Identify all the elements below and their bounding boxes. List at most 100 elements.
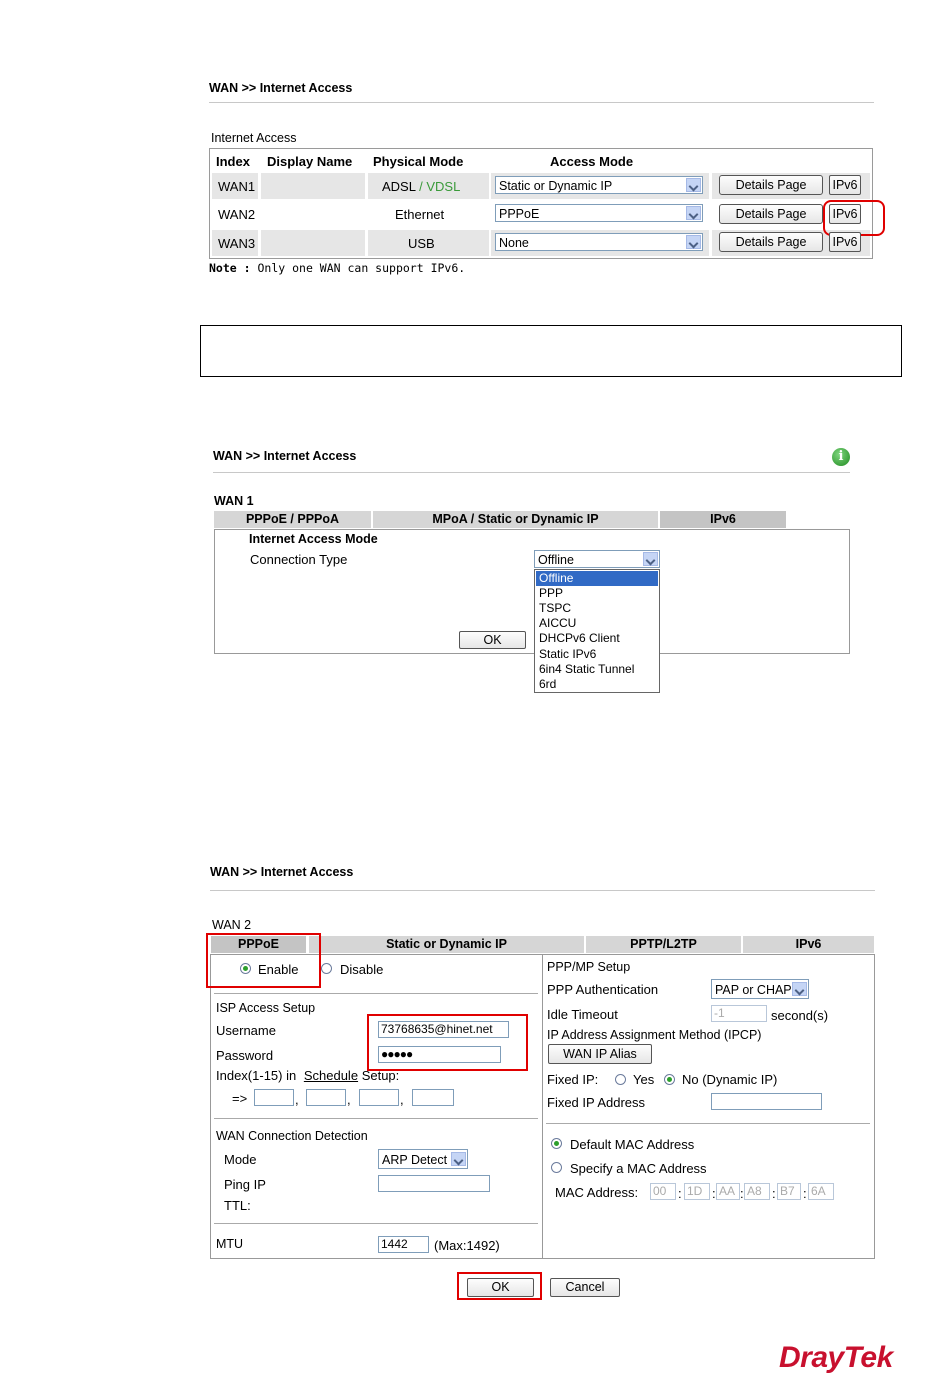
mac-part-2[interactable]: 1D: [684, 1183, 710, 1200]
default-mac-label: Default MAC Address: [570, 1137, 695, 1152]
ping-ip-input[interactable]: [378, 1175, 490, 1192]
ipv6-panel: [214, 529, 850, 654]
mac-sep: :: [803, 1186, 807, 1201]
note-label: Note :: [209, 261, 251, 275]
fixed-ip-no-label: No (Dynamic IP): [682, 1072, 778, 1087]
arrow-label: =>: [232, 1091, 248, 1106]
fixed-ip-yes-radio[interactable]: [615, 1074, 626, 1085]
detection-mode-value: ARP Detect: [382, 1153, 448, 1167]
breadcrumb-3: WAN >> Internet Access: [210, 865, 354, 879]
ttl-label: TTL:: [224, 1198, 251, 1213]
chevron-down-icon: [686, 178, 701, 192]
mac-part-5[interactable]: B7: [777, 1183, 801, 1200]
wan-title: WAN 2: [212, 918, 252, 932]
info-icon[interactable]: i: [832, 448, 850, 466]
dropdown-option[interactable]: TSPC: [539, 601, 571, 616]
default-mac-radio[interactable]: [551, 1138, 562, 1149]
row-physical-mode: ADSL / VDSL: [382, 179, 460, 194]
mac-part-3[interactable]: AA: [716, 1183, 740, 1200]
wan-ip-alias-button[interactable]: WAN IP Alias: [548, 1044, 652, 1064]
specify-mac-radio[interactable]: [551, 1162, 562, 1173]
dropdown-option[interactable]: Offline: [536, 571, 658, 586]
disable-radio[interactable]: [321, 963, 332, 974]
draytek-logo: DrayTek: [779, 1341, 893, 1375]
idle-timeout-unit: second(s): [771, 1008, 829, 1023]
connection-type-dropdown: Offline PPP TSPC AICCU DHCPv6 Client Sta…: [534, 569, 660, 693]
highlight-pppoe-enable: [206, 933, 321, 988]
access-mode-select-wan1[interactable]: Static or Dynamic IP: [495, 176, 703, 194]
dropdown-option[interactable]: AICCU: [539, 616, 576, 631]
disable-label: Disable: [340, 962, 384, 977]
specify-mac-label: Specify a MAC Address: [570, 1161, 707, 1176]
fixed-ip-address-label: Fixed IP Address: [547, 1095, 646, 1110]
breadcrumb-1: WAN >> Internet Access: [209, 81, 353, 95]
tab-ipv6[interactable]: IPv6: [743, 936, 874, 953]
details-page-button-wan1[interactable]: Details Page: [719, 175, 823, 195]
mac-part-6[interactable]: 6A: [808, 1183, 834, 1200]
table-title: Internet Access: [211, 131, 297, 145]
dropdown-option[interactable]: DHCPv6 Client: [539, 631, 620, 646]
divider: [214, 993, 538, 994]
dropdown-option[interactable]: Static IPv6: [539, 647, 596, 662]
row-index: WAN1: [218, 179, 256, 194]
highlight-credentials: [367, 1014, 528, 1071]
tab-static-dynamic[interactable]: Static or Dynamic IP: [309, 936, 584, 953]
mac-part-4[interactable]: A8: [744, 1183, 770, 1200]
column-divider: [542, 955, 543, 1258]
mode-heading: Internet Access Mode: [249, 532, 378, 546]
schedule-link[interactable]: Schedule: [304, 1068, 358, 1083]
schedule-index-3[interactable]: [359, 1089, 399, 1106]
mtu-max: (Max:1492): [434, 1238, 500, 1253]
chevron-down-icon: [792, 982, 807, 996]
isp-heading: ISP Access Setup: [216, 1001, 316, 1015]
schedule-index-2[interactable]: [306, 1089, 346, 1106]
mac-part-1[interactable]: 00: [650, 1183, 676, 1200]
connection-type-label: Connection Type: [250, 552, 348, 567]
tab-ipv6[interactable]: IPv6: [660, 511, 786, 528]
details-page-button-wan3[interactable]: Details Page: [719, 232, 823, 252]
access-mode-select-wan2[interactable]: PPPoE: [495, 204, 703, 222]
ok-button-wan1[interactable]: OK: [459, 631, 526, 649]
tab-pptp-l2tp[interactable]: PPTP/L2TP: [586, 936, 741, 953]
breadcrumb-2: WAN >> Internet Access: [213, 449, 357, 463]
cancel-button[interactable]: Cancel: [550, 1278, 620, 1297]
fixed-ip-no-radio[interactable]: [664, 1074, 675, 1085]
details-page-button-wan2[interactable]: Details Page: [719, 204, 823, 224]
tab-pppoe-pppoa[interactable]: PPPoE / PPPoA: [214, 511, 371, 528]
highlight-ok-button: [457, 1272, 542, 1300]
access-mode-value: Static or Dynamic IP: [499, 179, 613, 193]
row-bg: [261, 230, 365, 256]
mode-label: Mode: [224, 1152, 257, 1167]
schedule-index-1[interactable]: [254, 1089, 294, 1106]
chevron-down-icon: [451, 1152, 466, 1166]
password-label: Password: [216, 1048, 274, 1063]
row-index: WAN3: [218, 236, 256, 251]
ppp-heading: PPP/MP Setup: [547, 960, 631, 974]
divider: [214, 1118, 538, 1119]
physical-vdsl: VDSL: [426, 179, 461, 194]
schedule-index-4[interactable]: [412, 1089, 454, 1106]
mac-sep: :: [772, 1186, 776, 1201]
col-header-physical-mode: Physical Mode: [373, 154, 464, 169]
connection-type-value: Offline: [538, 553, 574, 567]
dropdown-option[interactable]: 6in4 Static Tunnel: [539, 662, 634, 677]
comma: ,: [347, 1092, 351, 1107]
ipv6-button-wan3[interactable]: IPv6: [829, 232, 861, 252]
dropdown-option[interactable]: 6rd: [539, 677, 556, 692]
idle-timeout-input[interactable]: -1: [711, 1005, 767, 1022]
connection-type-select[interactable]: Offline: [534, 550, 660, 568]
access-mode-select-wan3[interactable]: None: [495, 233, 703, 251]
detection-mode-select[interactable]: ARP Detect: [378, 1149, 468, 1169]
ipv6-button-wan1[interactable]: IPv6: [829, 175, 861, 195]
fixed-ip-label: Fixed IP:: [547, 1072, 599, 1087]
dropdown-option[interactable]: PPP: [539, 586, 563, 601]
tab-mpoa-static[interactable]: MPoA / Static or Dynamic IP: [373, 511, 658, 528]
col-header-access-mode: Access Mode: [550, 154, 634, 169]
divider: [213, 472, 850, 473]
fixed-ip-address-input[interactable]: [711, 1093, 822, 1110]
mtu-input[interactable]: 1442: [378, 1236, 429, 1253]
wan-title: WAN 1: [214, 494, 254, 508]
ppp-auth-select[interactable]: PAP or CHAP: [711, 979, 809, 999]
access-mode-value: PPPoE: [499, 207, 540, 221]
row-physical-mode: Ethernet: [395, 207, 445, 222]
